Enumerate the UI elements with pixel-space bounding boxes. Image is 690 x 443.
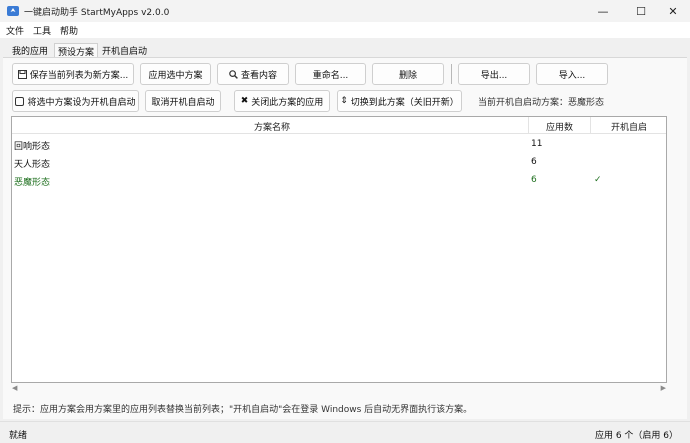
title-bar: 一键启动助手 StartMyApps v2.0.0 — ☐ ✕ <box>0 0 690 22</box>
close-scheme-apps-button[interactable]: ✖ 关闭此方案的应用 <box>234 90 330 112</box>
close-x-icon: ✖ <box>240 96 249 106</box>
delete-label: 删除 <box>398 70 417 81</box>
delete-button[interactable]: 删除 <box>372 63 444 85</box>
apply-selected-label: 应用选中方案 <box>148 70 203 81</box>
status-ready: 就绪 <box>9 431 28 441</box>
rename-label: 重命名... <box>312 70 349 81</box>
view-content-button[interactable]: 查看内容 <box>217 63 289 85</box>
scheme-table[interactable]: 方案名称 应用数 开机自启 回响形态 11 天人形态 6 恶魔形态 6 ✓ <box>11 116 667 383</box>
scroll-right-icon[interactable]: ▶ <box>661 384 666 392</box>
save-as-new-scheme-button[interactable]: 保存当前列表为新方案... <box>12 63 134 85</box>
horizontal-scrollbar[interactable]: ◀ ▶ <box>11 384 667 394</box>
cancel-autostart-button[interactable]: 取消开机自启动 <box>145 90 221 112</box>
save-as-new-label: 保存当前列表为新方案... <box>29 70 129 81</box>
hint-text: 提示：应用方案会用方案里的应用列表替换当前列表；"开机自启动"会在登录 Wind… <box>13 405 473 415</box>
row-scheme-name: 天人形态 <box>14 160 51 170</box>
set-autostart-button[interactable]: 将选中方案设为开机自启动 <box>12 90 139 112</box>
row-app-count: 6 <box>531 157 537 167</box>
tab-strip: 我的应用 预设方案 开机自启动 <box>0 40 690 58</box>
switch-scheme-button[interactable]: ⇕ 切换到此方案（关旧开新） <box>337 90 462 112</box>
status-app-count: 应用 6 个（启用 6） <box>594 431 678 441</box>
header-scheme-name[interactable]: 方案名称 <box>254 120 290 133</box>
row-app-count: 11 <box>531 139 543 149</box>
apply-selected-scheme-button[interactable]: 应用选中方案 <box>140 63 211 85</box>
row-autostart-check: ✓ <box>594 175 602 185</box>
switch-scheme-label: 切换到此方案（关旧开新） <box>350 97 459 108</box>
save-icon <box>17 69 27 79</box>
close-icon: ✕ <box>668 4 678 18</box>
table-row-active[interactable]: 恶魔形态 6 ✓ <box>12 171 666 189</box>
menu-tools[interactable]: 工具 <box>33 24 51 37</box>
header-autostart[interactable]: 开机自启 <box>611 120 647 133</box>
view-content-label: 查看内容 <box>240 70 277 81</box>
current-autostart-label: 当前开机自启动方案：恶魔形态 <box>478 98 605 108</box>
column-divider[interactable] <box>528 117 529 134</box>
row-scheme-name: 恶魔形态 <box>14 178 51 188</box>
rename-button[interactable]: 重命名... <box>295 63 366 85</box>
tab-autostart[interactable]: 开机自启动 <box>99 43 150 58</box>
close-apps-label: 关闭此方案的应用 <box>251 97 324 108</box>
close-button[interactable]: ✕ <box>656 0 690 22</box>
minimize-icon: — <box>597 4 609 18</box>
menu-file[interactable]: 文件 <box>6 24 24 37</box>
status-bar: 就绪 应用 6 个（启用 6） <box>0 421 690 443</box>
minimize-button[interactable]: — <box>586 0 620 22</box>
menu-bar: 文件 工具 帮助 <box>0 22 690 38</box>
import-button[interactable]: 导入... <box>536 63 608 85</box>
table-header: 方案名称 应用数 开机自启 <box>12 117 666 134</box>
column-divider[interactable] <box>590 117 591 134</box>
app-rocket-icon <box>7 6 19 16</box>
header-app-count[interactable]: 应用数 <box>546 120 573 133</box>
import-label: 导入... <box>558 70 586 81</box>
menu-help[interactable]: 帮助 <box>60 24 78 37</box>
export-label: 导出... <box>480 70 508 81</box>
scroll-left-icon[interactable]: ◀ <box>12 384 17 392</box>
tab-presets[interactable]: 预设方案 <box>54 43 99 58</box>
row-app-count: 6 <box>531 175 537 185</box>
export-button[interactable]: 导出... <box>458 63 530 85</box>
table-row[interactable]: 回响形态 11 <box>12 135 666 153</box>
power-icon <box>15 96 25 106</box>
table-row[interactable]: 天人形态 6 <box>12 153 666 171</box>
maximize-icon: ☐ <box>636 4 646 18</box>
row-scheme-name: 回响形态 <box>14 142 51 152</box>
search-icon <box>229 69 238 79</box>
tab-my-apps[interactable]: 我的应用 <box>9 43 51 58</box>
cancel-autostart-label: 取消开机自启动 <box>151 97 215 108</box>
toolbar-separator <box>451 64 452 84</box>
maximize-button[interactable]: ☐ <box>624 0 658 22</box>
window-title: 一键启动助手 StartMyApps v2.0.0 <box>24 8 170 18</box>
set-autostart-label: 将选中方案设为开机自启动 <box>27 97 136 108</box>
switch-arrows-icon: ⇕ <box>340 96 348 106</box>
